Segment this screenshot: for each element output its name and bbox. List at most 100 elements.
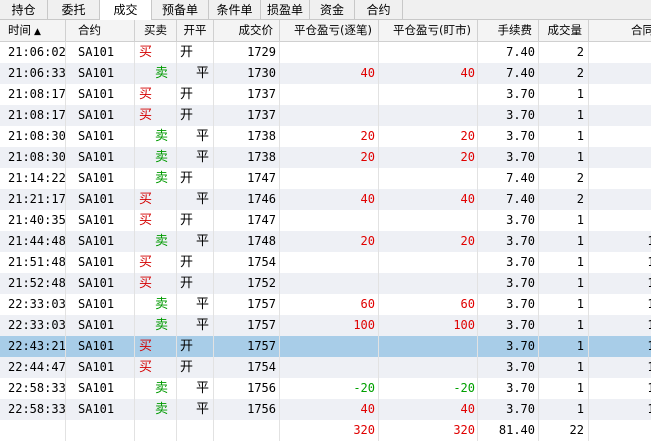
cell-close-pl-mark: 20 [379,126,478,147]
cell-fee: 3.70 [478,147,539,168]
col-header-time[interactable]: 时间 ▲ [0,20,66,41]
totals-fee: 81.40 [478,420,539,441]
cell-open-close: 平 [177,147,214,168]
table-row[interactable]: 21:08:30SA101卖平173820203.70137 [0,147,651,168]
cell-fee: 3.70 [478,252,539,273]
table-row[interactable]: 21:21:17SA101买平174640407.40263 [0,189,651,210]
cell-symbol: SA101 [66,84,135,105]
cell-open-close: 平 [177,315,214,336]
cell-amount: 110 [647,255,651,269]
cell-symbol: SA101 [66,42,135,63]
col-header-open-close[interactable]: 开平 [177,20,214,41]
totals-amount [589,420,651,441]
col-header-price[interactable]: 成交价 [214,20,280,41]
table-row[interactable]: 21:08:30SA101卖平173820203.70137 [0,126,651,147]
cell-price: 1747 [214,168,280,189]
table-row[interactable]: 22:43:21SA101 买 开 1757 3.701 172 [0,336,651,357]
tab-positions[interactable]: 持仓 [0,0,48,20]
sell-label: 卖 [155,234,169,249]
cell-fee: 7.40 [478,42,539,63]
cell-symbol: SA101 [66,105,135,126]
table-row[interactable]: 22:58:33SA101卖平1756-20-203.701186 [0,378,651,399]
tab-funds[interactable]: 资金 [310,0,355,20]
table-header: 时间 ▲ 合约 买卖 开平 成交价 平仓盈亏(逐笔) 平仓盈亏(盯市) 手续费 成… [0,20,651,42]
tab-trades[interactable]: 成交 [100,0,152,21]
open-label: 开 [180,171,194,186]
cell-fee: 7.40 [478,63,539,84]
tab-contracts[interactable]: 合约 [355,0,403,20]
table-row[interactable]: 22:33:03SA101卖平175760603.701161 [0,294,651,315]
cell-fee: 3.70 [478,105,539,126]
cell-amount: 186 [647,402,651,416]
tab-pre-orders[interactable]: 预备单 [152,0,209,20]
col-header-qty[interactable]: 成交量 [539,20,589,41]
tab-conditional-orders[interactable]: 条件单 [209,0,261,20]
table-row[interactable]: 21:08:17SA101 买 开 1737 3.70136 [0,105,651,126]
tab-stop-orders[interactable]: 损盈单 [261,0,310,20]
cell-fee: 3.70 [478,84,539,105]
cell-price: 1729 [214,42,280,63]
open-label: 开 [180,255,194,270]
cell-open-close: 平 [177,189,214,210]
cell-fee: 3.70 [478,315,539,336]
cell-close-pl-trade [280,210,379,231]
table-row[interactable]: 21:40:35SA101 买 开 1747 3.70195 [0,210,651,231]
cell-buy-sell: 买 [135,273,177,294]
cell-close-pl-trade [280,84,379,105]
cell-close-pl-trade [280,273,379,294]
cell-symbol: SA101 [66,126,135,147]
cell-amount: 31 [589,42,651,63]
table-row[interactable]: 21:14:22SA101 卖开 1747 7.40250 [0,168,651,189]
close-label: 平 [196,381,210,396]
open-label: 开 [180,276,194,291]
cell-amount: 173 [647,360,651,374]
cell-price: 1737 [214,105,280,126]
cell-open-close: 开 [177,84,214,105]
cell-buy-sell: 买 [135,336,177,357]
cell-buy-sell: 卖 [135,147,177,168]
table-row[interactable]: 21:44:48SA101卖平174820203.701100 [0,231,651,252]
totals-close-pl-mark: 320 [379,420,478,441]
cell-amount: 161 [647,318,651,332]
tab-orders[interactable]: 委托 [48,0,100,20]
cell-close-pl-trade: 40 [280,63,379,84]
cell-time: 21:08:30 [0,147,66,168]
table-row[interactable]: 22:44:47SA101 买 开 1754 3.701 173 [0,357,651,378]
table-row[interactable]: 21:06:33SA101卖平173040407.40232 [0,63,651,84]
col-header-buy-sell[interactable]: 买卖 [135,20,177,41]
cell-open-close: 开 [177,168,214,189]
cell-time: 22:58:33 [0,378,66,399]
cell-qty: 1 [539,336,589,357]
buy-label: 买 [139,192,153,207]
open-label: 开 [180,360,194,375]
close-label: 平 [196,150,210,165]
col-header-close-pl-trade[interactable]: 平仓盈亏(逐笔) [280,20,379,41]
table-row[interactable]: 21:52:48SA101买开17523.701111 [0,273,651,294]
col-header-amount[interactable]: 合同 [589,20,651,41]
cell-buy-sell: 卖 [135,315,177,336]
cell-fee: 3.70 [478,399,539,420]
cell-qty: 1 [539,147,589,168]
cell-buy-sell: 卖 [135,399,177,420]
cell-time: 22:43:21 [0,336,66,357]
cell-amount: 172 [647,339,651,353]
cell-fee: 3.70 [478,126,539,147]
cell-amount: 50 [589,168,651,189]
close-label: 平 [196,192,210,207]
col-header-close-pl-mark[interactable]: 平仓盈亏(盯市) [379,20,478,41]
col-header-symbol[interactable]: 合约 [66,20,135,41]
cell-time: 21:14:22 [0,168,66,189]
cell-time: 21:06:33 [0,63,66,84]
cell-close-pl-mark [379,105,478,126]
table-row[interactable]: 22:33:03SA101卖平17571001003.701161 [0,315,651,336]
table-row[interactable]: 21:08:17SA101 买 开 1737 3.70136 [0,84,651,105]
table-row[interactable]: 22:58:33SA101卖平175640403.701186 [0,399,651,420]
table-row[interactable]: 21:06:02SA101 买 开 1729 7.40231 [0,42,651,63]
cell-qty: 1 [539,105,589,126]
table-row[interactable]: 21:51:48SA101 买 开 1754 3.701 110 [0,252,651,273]
cell-qty: 2 [539,42,589,63]
cell-time: 22:33:03 [0,315,66,336]
col-header-fee[interactable]: 手续费 [478,20,539,41]
cell-qty: 1 [539,84,589,105]
totals-time [0,420,66,441]
